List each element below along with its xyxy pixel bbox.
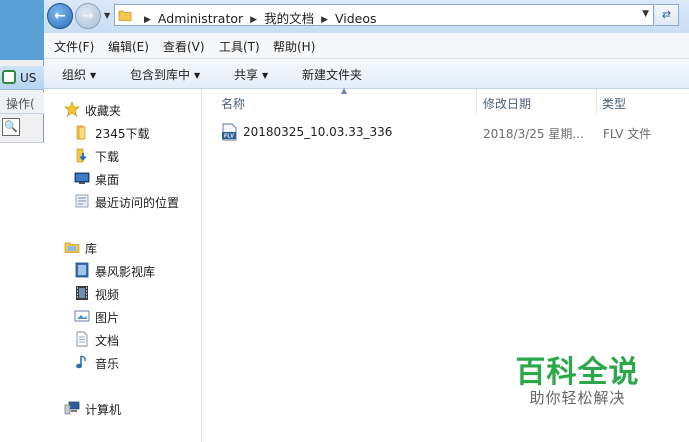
nav-item-label: 暴风影视库 (95, 265, 156, 279)
background-window-title: US (20, 71, 37, 85)
nav-item-videos[interactable]: 视频 (44, 282, 202, 304)
chevron-down-icon: ▼ (90, 71, 97, 80)
recent-places-icon (75, 194, 89, 208)
app-icon (2, 70, 16, 84)
breadcrumb-item-administrator[interactable]: Administrator (158, 11, 243, 26)
background-window-pane (0, 142, 44, 442)
address-dropdown-icon[interactable]: ▼ (642, 9, 649, 19)
refresh-button[interactable]: ⇄ (655, 4, 679, 26)
breadcrumb-separator-icon[interactable]: ▶ (250, 15, 257, 25)
menu-file[interactable]: 文件(F) (54, 38, 94, 55)
nav-item-2345-downloads[interactable]: 2345下载 (44, 121, 202, 143)
address-box[interactable]: ▶ Administrator ▶ 我的文档 ▶ Videos ▼ (114, 4, 654, 26)
nav-item-downloads[interactable]: 下载 (44, 144, 202, 166)
include-in-library-button[interactable]: 包含到库中 ▼ (130, 66, 200, 83)
nav-favorites[interactable]: 收藏夹 (44, 98, 202, 120)
breadcrumb: ▶ Administrator ▶ 我的文档 ▶ Videos (137, 8, 377, 27)
back-arrow-icon: ← (54, 8, 66, 24)
nav-item-music[interactable]: 音乐 (44, 351, 202, 373)
chevron-down-icon: ▼ (194, 71, 201, 80)
column-divider[interactable] (476, 89, 477, 115)
organize-label: 组织 (62, 68, 87, 82)
watermark-title: 百科全说 (515, 355, 640, 390)
organize-button[interactable]: 组织 ▼ (62, 66, 96, 83)
nav-item-label: 图片 (95, 311, 120, 325)
navigation-pane: 收藏夹 2345下载 下载 桌面 最近访问的位置 库 暴风影视库 视频 图片 文… (44, 89, 202, 442)
file-type: FLV 文件 (603, 127, 652, 141)
nav-item-documents[interactable]: 文档 (44, 328, 202, 350)
menu-tools[interactable]: 工具(T) (219, 38, 260, 55)
picture-icon (74, 310, 90, 322)
flv-file-icon: FLV (222, 123, 237, 141)
command-bar: 组织 ▼ 包含到库中 ▼ 共享 ▼ 新建文件夹 (44, 59, 689, 89)
nav-libraries[interactable]: 库 (44, 236, 202, 258)
forward-arrow-icon: → (82, 8, 94, 24)
watermark-subtitle: 助你轻松解决 (529, 389, 626, 407)
menu-view[interactable]: 查看(V) (163, 38, 205, 55)
breadcrumb-item-videos[interactable]: Videos (335, 11, 377, 26)
nav-item-label: 下载 (95, 150, 120, 164)
column-header-name[interactable]: 名称 (221, 95, 245, 112)
new-folder-button[interactable]: 新建文件夹 (302, 66, 362, 83)
back-button[interactable]: ← (47, 3, 73, 29)
column-header-date[interactable]: 修改日期 (483, 95, 531, 112)
watermark: 百科全说 助你轻松解决 (491, 333, 664, 415)
recent-pages-dropdown-icon[interactable]: ▼ (104, 11, 110, 20)
magnifier-icon[interactable]: 🔍 (2, 118, 20, 136)
menu-edit[interactable]: 编辑(E) (108, 38, 149, 55)
background-window: US 操作( 🔍 (0, 60, 44, 442)
desktop-icon (74, 172, 90, 184)
document-icon (76, 331, 88, 347)
include-in-library-label: 包含到库中 (130, 68, 191, 82)
nav-item-label: 最近访问的位置 (95, 196, 180, 210)
nav-item-label: 2345下载 (95, 127, 150, 141)
background-window-menu[interactable]: 操作( (0, 92, 44, 114)
nav-item-label: 音乐 (95, 357, 120, 371)
share-button[interactable]: 共享 ▼ (234, 66, 268, 83)
music-note-icon (76, 355, 86, 369)
menu-help[interactable]: 帮助(H) (273, 38, 315, 55)
library-icon (64, 242, 80, 253)
nav-computer-label: 计算机 (85, 403, 122, 417)
download-folder-icon (76, 148, 87, 163)
nav-item-desktop[interactable]: 桌面 (44, 167, 202, 189)
nav-item-pictures[interactable]: 图片 (44, 305, 202, 327)
nav-item-label: 桌面 (95, 173, 120, 187)
address-bar-area: ← → ▼ ▶ Administrator ▶ 我的文档 ▶ Videos ▼ ⇄ (44, 0, 689, 33)
forward-button[interactable]: → (75, 3, 101, 29)
breadcrumb-item-documents[interactable]: 我的文档 (264, 11, 314, 26)
video-library-icon (75, 262, 89, 278)
menu-bar: 文件(F) 编辑(E) 查看(V) 工具(T) 帮助(H) (44, 33, 689, 59)
column-header-type[interactable]: 类型 (602, 95, 626, 112)
computer-icon (64, 401, 80, 415)
breadcrumb-separator-icon[interactable]: ▶ (144, 15, 151, 25)
nav-item-storm-video-library[interactable]: 暴风影视库 (44, 259, 202, 281)
breadcrumb-separator-icon[interactable]: ▶ (321, 15, 328, 25)
background-window-titlebar[interactable]: US (0, 66, 44, 90)
film-icon (76, 286, 88, 300)
file-name: 20180325_10.03.33_336 (243, 125, 393, 139)
nav-item-label: 文档 (95, 334, 120, 348)
chevron-down-icon: ▼ (262, 71, 269, 80)
nav-computer[interactable]: 计算机 (44, 397, 202, 419)
star-icon (64, 101, 80, 117)
file-date: 2018/3/25 星期... (483, 127, 584, 141)
column-divider[interactable] (596, 89, 597, 115)
file-row[interactable]: FLV 20180325_10.03.33_336 2018/3/25 星期..… (221, 122, 681, 142)
nav-favorites-label: 收藏夹 (85, 104, 122, 118)
refresh-icon: ⇄ (661, 8, 672, 21)
nav-item-recent-places[interactable]: 最近访问的位置 (44, 190, 202, 212)
share-label: 共享 (234, 68, 259, 82)
svg-text:FLV: FLV (224, 134, 234, 140)
folder-icon (76, 125, 86, 140)
sort-ascending-icon: ▲ (341, 86, 348, 95)
nav-libraries-label: 库 (85, 242, 98, 256)
nav-item-label: 视频 (95, 288, 120, 302)
folder-icon (118, 10, 132, 21)
